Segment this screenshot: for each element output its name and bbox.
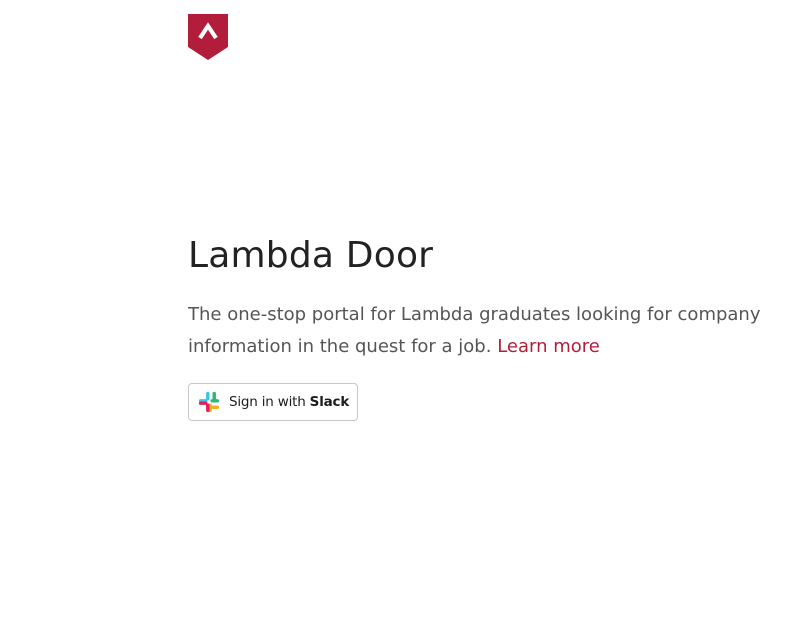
learn-more-link[interactable]: Learn more [497, 336, 600, 357]
hero-description: The one-stop portal for Lambda graduates… [188, 299, 778, 363]
landing-page: Lambda Door The one-stop portal for Lamb… [0, 0, 790, 641]
slack-button-brand: Slack [309, 394, 350, 410]
slack-button-label: Sign in with Slack [229, 394, 349, 410]
page-title: Lambda Door [188, 235, 434, 276]
slack-logo-icon [198, 391, 220, 413]
description-text: The one-stop portal for Lambda graduates… [188, 304, 761, 357]
lambda-shield-logo-icon[interactable] [188, 14, 228, 60]
hero-section: Lambda Door The one-stop portal for Lamb… [188, 228, 778, 363]
sign-in-with-slack-button[interactable]: Sign in with Slack [188, 383, 358, 421]
slack-button-prefix: Sign in with [229, 394, 310, 410]
